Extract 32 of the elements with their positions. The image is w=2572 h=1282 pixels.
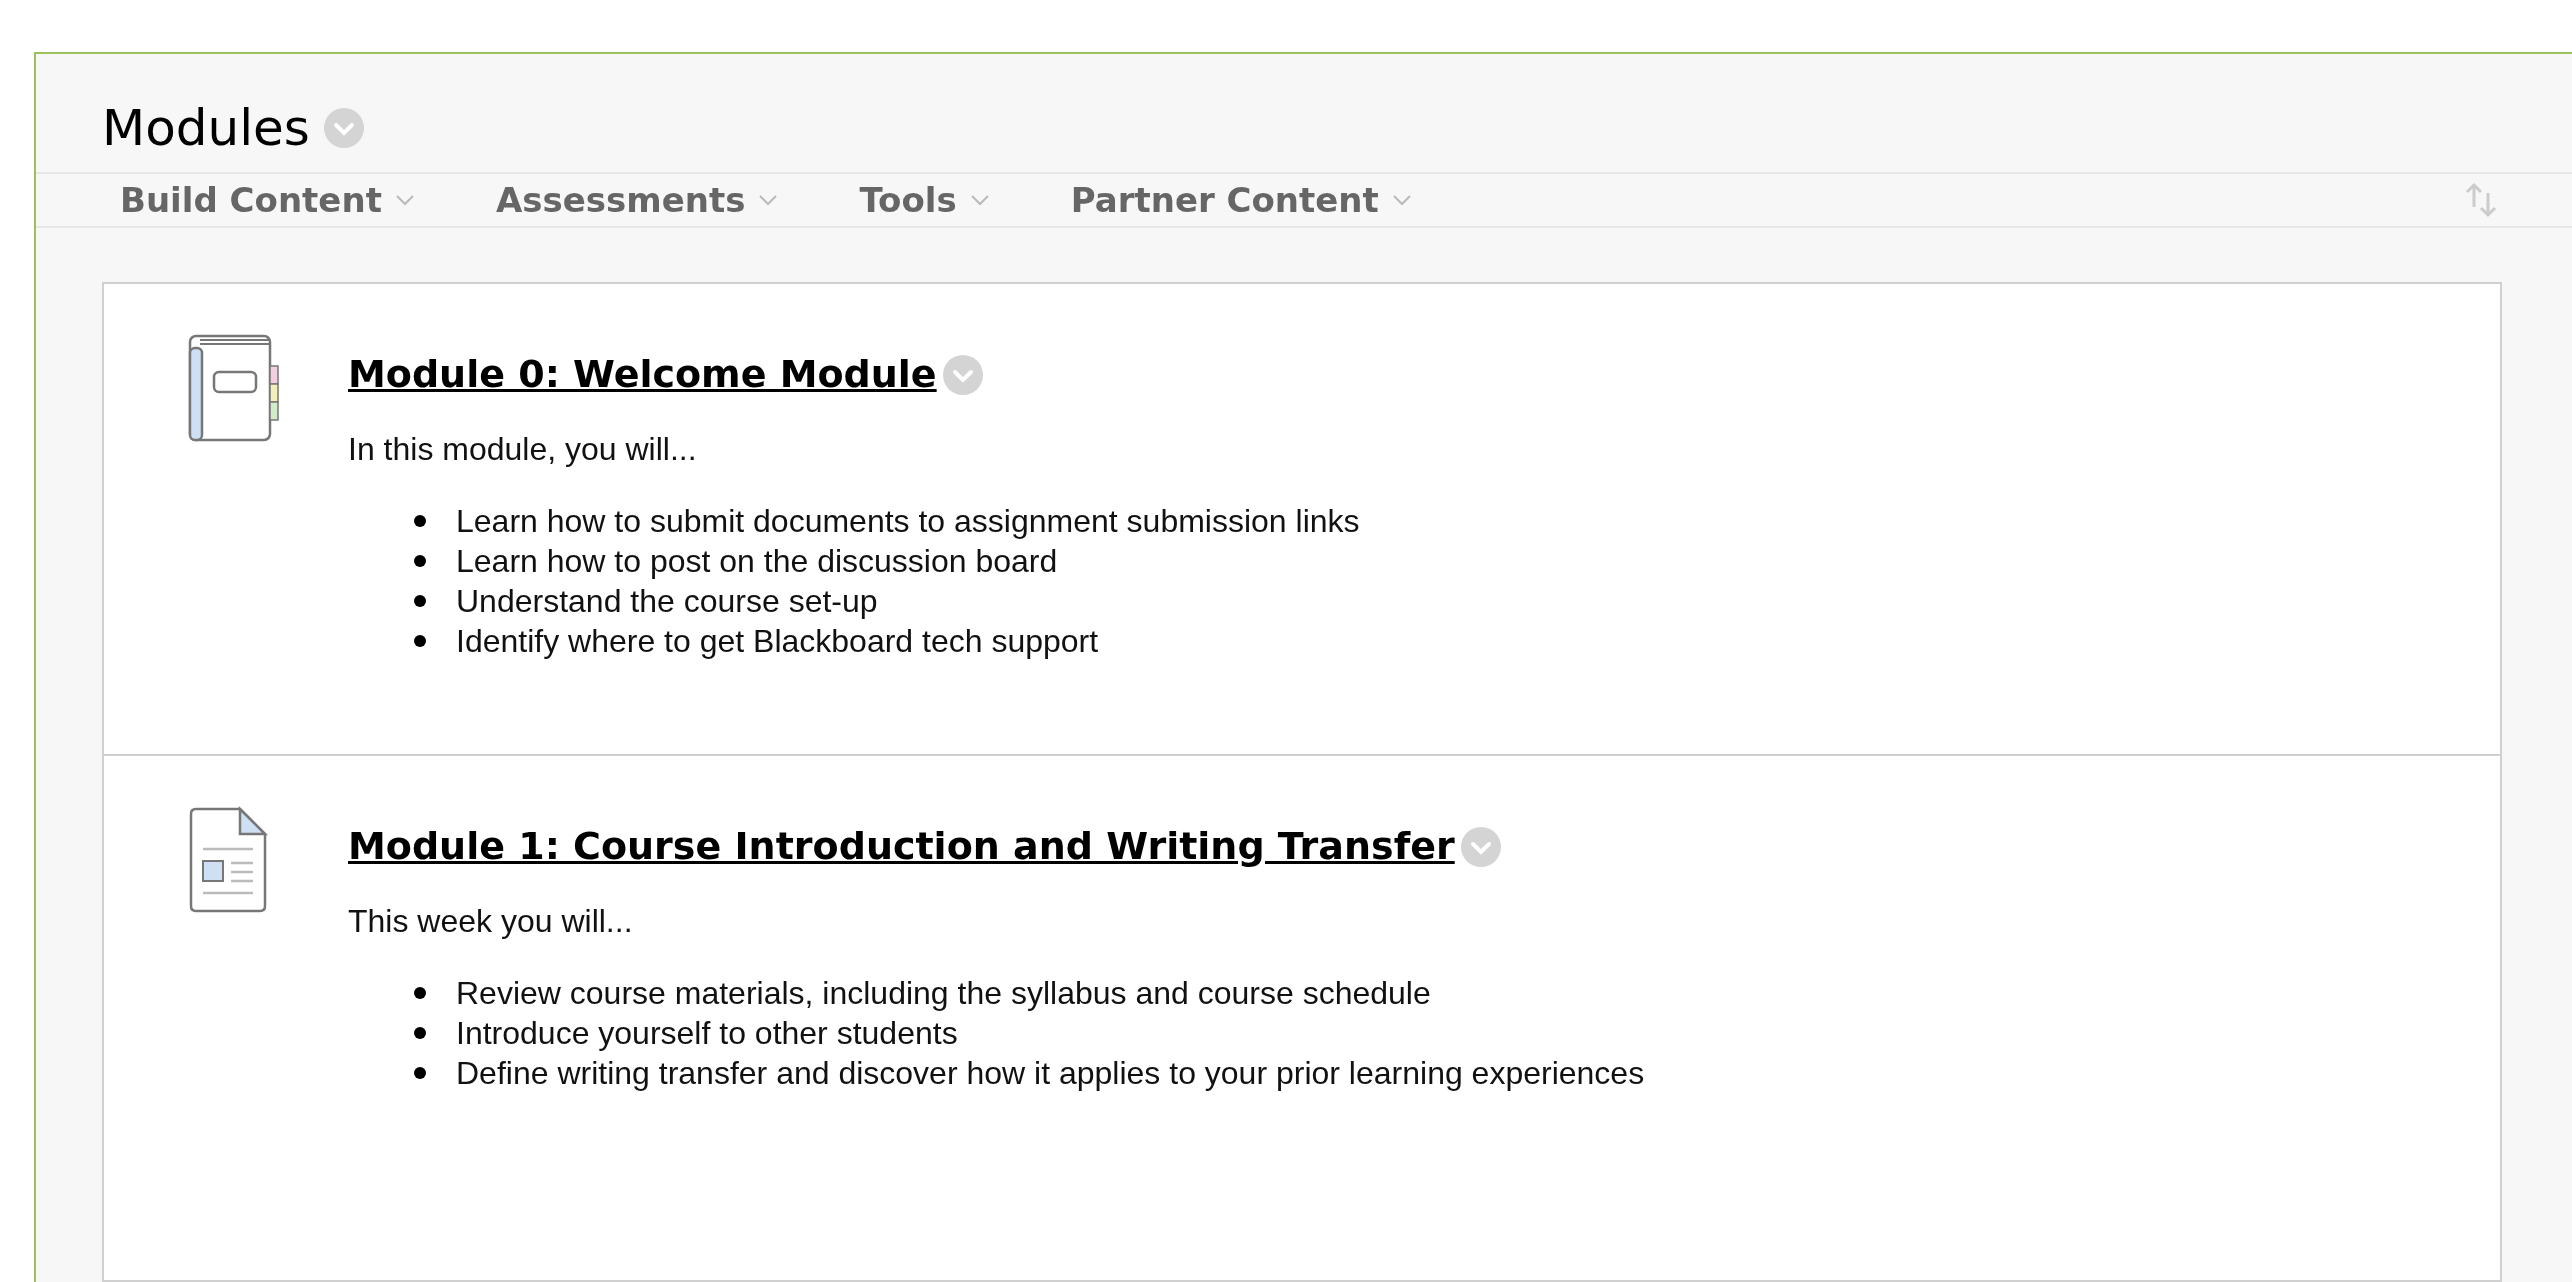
- bullet-icon: [414, 1067, 426, 1079]
- module-intro: In this module, you will...: [348, 430, 698, 469]
- bullet-text: Introduce yourself to other students: [456, 1014, 958, 1053]
- toolbar-menu[interactable]: Build Content: [120, 174, 416, 226]
- chevron-circle-icon[interactable]: [942, 354, 983, 395]
- bullet-text: Review course materials, including the syllabus and course schedule: [456, 974, 1431, 1013]
- page-title: Modules: [102, 97, 310, 159]
- bullet-text: Identify where to get Blackboard tech support: [456, 622, 1099, 661]
- caret-icon: [1390, 193, 1413, 208]
- caret-icon: [393, 193, 416, 208]
- bullet-icon: [414, 595, 426, 607]
- toolbar-menu[interactable]: Assessments: [495, 174, 780, 226]
- chevron-circle-icon[interactable]: [323, 108, 364, 149]
- bullet-icon: [414, 987, 426, 999]
- document-icon: [188, 806, 268, 914]
- bullet-text: Learn how to submit documents to assignment submission links: [456, 502, 1360, 541]
- bullet-icon: [414, 555, 426, 567]
- bullet-icon: [414, 635, 426, 647]
- book-icon: [188, 334, 280, 442]
- bullet-text: Understand the course set-up: [456, 582, 878, 621]
- toolbar-menu[interactable]: Tools: [859, 174, 991, 226]
- bullet-icon: [414, 1027, 426, 1039]
- chevron-circle-icon[interactable]: [1460, 826, 1501, 867]
- toolbar-menu[interactable]: Partner Content: [1070, 174, 1413, 226]
- bullet-text: Learn how to post on the discussion board: [456, 542, 1058, 581]
- caret-icon: [757, 193, 780, 208]
- bullet-text: Define writing transfer and discover how it applies to your prior learning experiences: [456, 1054, 1645, 1093]
- bullet-icon: [414, 515, 426, 527]
- caret-icon: [968, 193, 991, 208]
- module-intro: This week you will...: [348, 902, 634, 941]
- module-title-link[interactable]: Module 1: Course Introduction and Writing Transfer: [348, 818, 1455, 875]
- module-title-link[interactable]: Module 0: Welcome Module: [348, 346, 937, 403]
